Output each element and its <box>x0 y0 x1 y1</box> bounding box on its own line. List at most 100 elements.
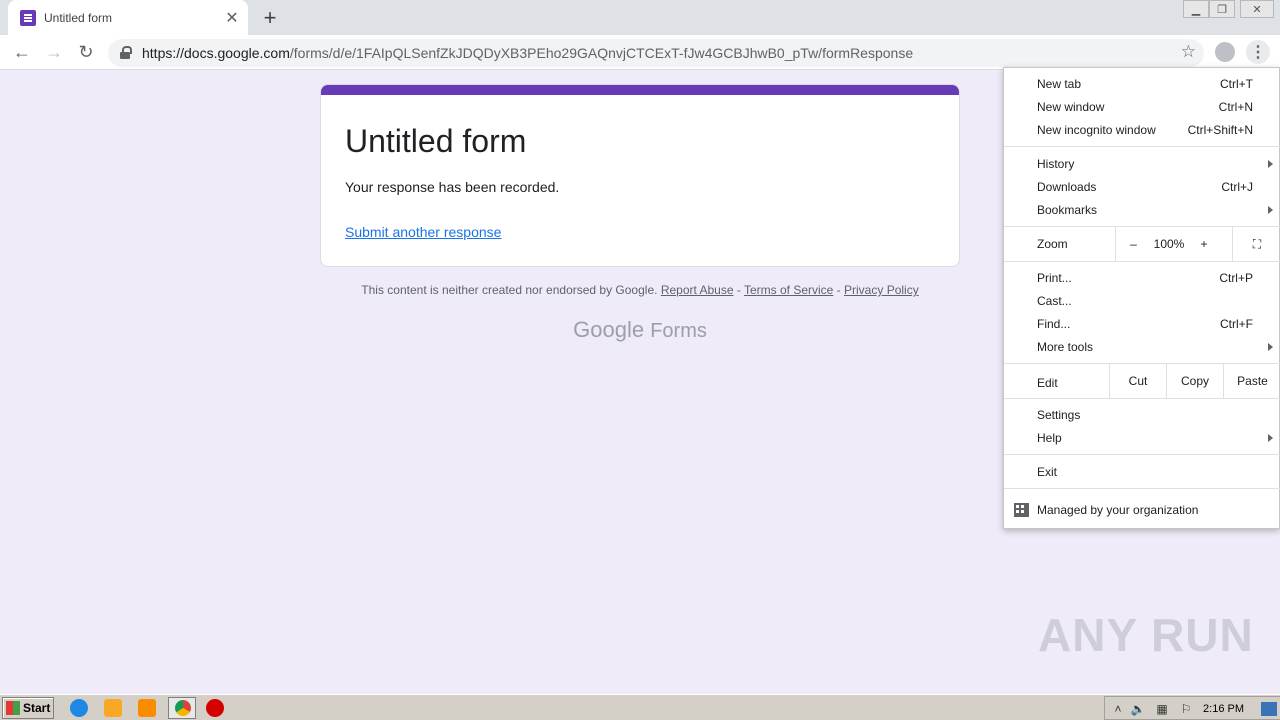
menu-label: New tab <box>1037 76 1082 91</box>
url-host: https://docs.google.com <box>142 45 290 61</box>
zoom-level: 100% <box>1153 237 1185 251</box>
profile-avatar-icon[interactable] <box>1215 42 1235 62</box>
zoom-in-button[interactable]: + <box>1187 227 1221 261</box>
back-icon[interactable]: ← <box>10 40 34 64</box>
menu-label: Zoom <box>1037 237 1068 251</box>
taskbar-clock[interactable]: 2:16 PM <box>1203 703 1244 715</box>
google-forms-favicon-icon <box>20 9 36 26</box>
menu-item-help[interactable]: Help <box>1004 426 1280 449</box>
submenu-arrow-icon <box>1268 205 1273 214</box>
report-abuse-link[interactable]: Report Abuse <box>661 283 734 297</box>
restore-button[interactable]: ❐ <box>1209 0 1235 18</box>
file-explorer-icon[interactable] <box>104 699 122 717</box>
bookmark-star-icon[interactable]: ☆ <box>1181 42 1196 62</box>
logo-forms-text: Forms <box>650 320 707 342</box>
menu-item-find[interactable]: Find... Ctrl+F <box>1004 312 1280 335</box>
menu-divider <box>1004 398 1280 399</box>
menu-item-more-tools[interactable]: More tools <box>1004 335 1280 358</box>
menu-shortcut: Ctrl+P <box>1219 270 1253 285</box>
submenu-arrow-icon <box>1268 433 1273 442</box>
close-tab-icon[interactable]: ✕ <box>222 8 242 28</box>
menu-item-downloads[interactable]: Downloads Ctrl+J <box>1004 175 1280 198</box>
opera-icon[interactable] <box>206 699 224 717</box>
reload-icon[interactable]: ↻ <box>74 40 98 64</box>
chrome-menu-icon[interactable]: ⋮ <box>1246 40 1270 64</box>
windows-logo-icon <box>6 701 20 715</box>
menu-label: Bookmarks <box>1037 202 1098 217</box>
building-icon <box>1014 503 1029 517</box>
menu-label: Help <box>1037 430 1062 445</box>
submit-another-response-link[interactable]: Submit another response <box>345 224 501 240</box>
cut-button[interactable]: Cut <box>1109 364 1166 398</box>
volume-icon[interactable]: 🔈 <box>1131 702 1146 716</box>
menu-item-history[interactable]: History <box>1004 152 1280 175</box>
confirmation-message: Your response has been recorded. <box>345 179 560 195</box>
submenu-arrow-icon <box>1268 159 1273 168</box>
submenu-arrow-icon <box>1268 342 1273 351</box>
show-hidden-icons-icon[interactable]: ˄ <box>1111 702 1125 716</box>
fullscreen-icon[interactable]: ⛶ <box>1232 227 1280 261</box>
terms-link[interactable]: Terms of Service <box>744 283 833 297</box>
menu-label: Print... <box>1037 270 1072 285</box>
menu-label: Edit <box>1037 376 1058 390</box>
menu-shortcut: Ctrl+N <box>1218 99 1253 114</box>
menu-label: Settings <box>1037 407 1081 422</box>
privacy-link[interactable]: Privacy Policy <box>844 283 919 297</box>
menu-item-new-window[interactable]: New window Ctrl+N <box>1004 95 1280 118</box>
logo-google-text: Google <box>573 317 645 342</box>
show-desktop-icon[interactable] <box>1261 702 1277 716</box>
menu-divider <box>1004 488 1280 489</box>
menu-shortcut: Ctrl+T <box>1220 76 1253 91</box>
disclaimer-text: This content is neither created nor endo… <box>361 283 658 297</box>
menu-item-managed[interactable]: Managed by your organization <box>1004 498 1280 521</box>
minimize-button[interactable]: ▁ <box>1183 0 1209 18</box>
menu-item-exit[interactable]: Exit <box>1004 460 1280 483</box>
menu-label: Find... <box>1037 316 1071 331</box>
card-accent-bar <box>321 85 959 95</box>
url-path: /forms/d/e/1FAIpQLSenfZkJDQDyXB3PEho29GA… <box>289 45 914 61</box>
menu-item-incognito[interactable]: New incognito window Ctrl+Shift+N <box>1004 118 1280 141</box>
internet-explorer-icon[interactable] <box>70 699 88 717</box>
anyrun-watermark: ANY RUN <box>1038 609 1254 661</box>
menu-item-bookmarks[interactable]: Bookmarks <box>1004 198 1280 221</box>
close-window-button[interactable]: ✕ <box>1240 0 1274 18</box>
network-icon[interactable]: ▦ <box>1155 702 1169 716</box>
copy-button[interactable]: Copy <box>1166 364 1223 398</box>
address-bar[interactable]: https://docs.google.com/forms/d/e/1FAIpQ… <box>108 39 1204 67</box>
form-card: Untitled form Your response has been rec… <box>320 84 960 267</box>
menu-item-new-tab[interactable]: New tab Ctrl+T <box>1004 72 1280 95</box>
chrome-icon <box>175 700 191 716</box>
browser-tab[interactable]: Untitled form ✕ <box>8 0 248 35</box>
lock-icon <box>120 46 132 60</box>
menu-item-cast[interactable]: Cast... <box>1004 289 1280 312</box>
action-center-flag-icon[interactable]: ⚐ <box>1179 702 1193 716</box>
menu-row-zoom: Zoom – 100% + ⛶ <box>1004 227 1280 261</box>
form-title: Untitled form <box>345 123 527 159</box>
menu-label: Exit <box>1037 464 1058 479</box>
zoom-out-button[interactable]: – <box>1115 227 1151 261</box>
menu-label: History <box>1037 156 1075 171</box>
menu-divider <box>1004 454 1280 455</box>
menu-label: Cast... <box>1037 293 1072 308</box>
start-button[interactable]: Start <box>2 697 54 719</box>
chrome-taskbar-button[interactable] <box>168 697 196 719</box>
footer-separator: - <box>733 283 744 297</box>
chrome-main-menu: New tab Ctrl+T New window Ctrl+N New incog… <box>1003 67 1280 529</box>
footer-disclaimer: This content is neither created nor endo… <box>320 283 960 297</box>
browser-toolbar: ← → ↻ https://docs.google.com/forms/d/e/… <box>0 35 1280 70</box>
start-label: Start <box>23 701 51 715</box>
media-player-icon[interactable] <box>138 699 156 717</box>
google-forms-logo[interactable]: Google Forms <box>540 317 740 343</box>
menu-label: New incognito window <box>1037 122 1156 137</box>
menu-item-settings[interactable]: Settings <box>1004 403 1280 426</box>
new-tab-button[interactable]: + <box>258 5 282 30</box>
footer-separator: - <box>833 283 845 297</box>
menu-label: Downloads <box>1037 179 1097 194</box>
url-text: https://docs.google.com/forms/d/e/1FAIpQ… <box>142 45 913 61</box>
paste-button[interactable]: Paste <box>1223 364 1280 398</box>
menu-item-print[interactable]: Print... Ctrl+P <box>1004 266 1280 289</box>
menu-label: Managed by your organization <box>1037 502 1199 517</box>
menu-divider <box>1004 146 1280 147</box>
tab-strip: Untitled form ✕ + ▁ ❐ ✕ <box>0 0 1280 35</box>
forward-icon[interactable]: → <box>42 40 66 64</box>
